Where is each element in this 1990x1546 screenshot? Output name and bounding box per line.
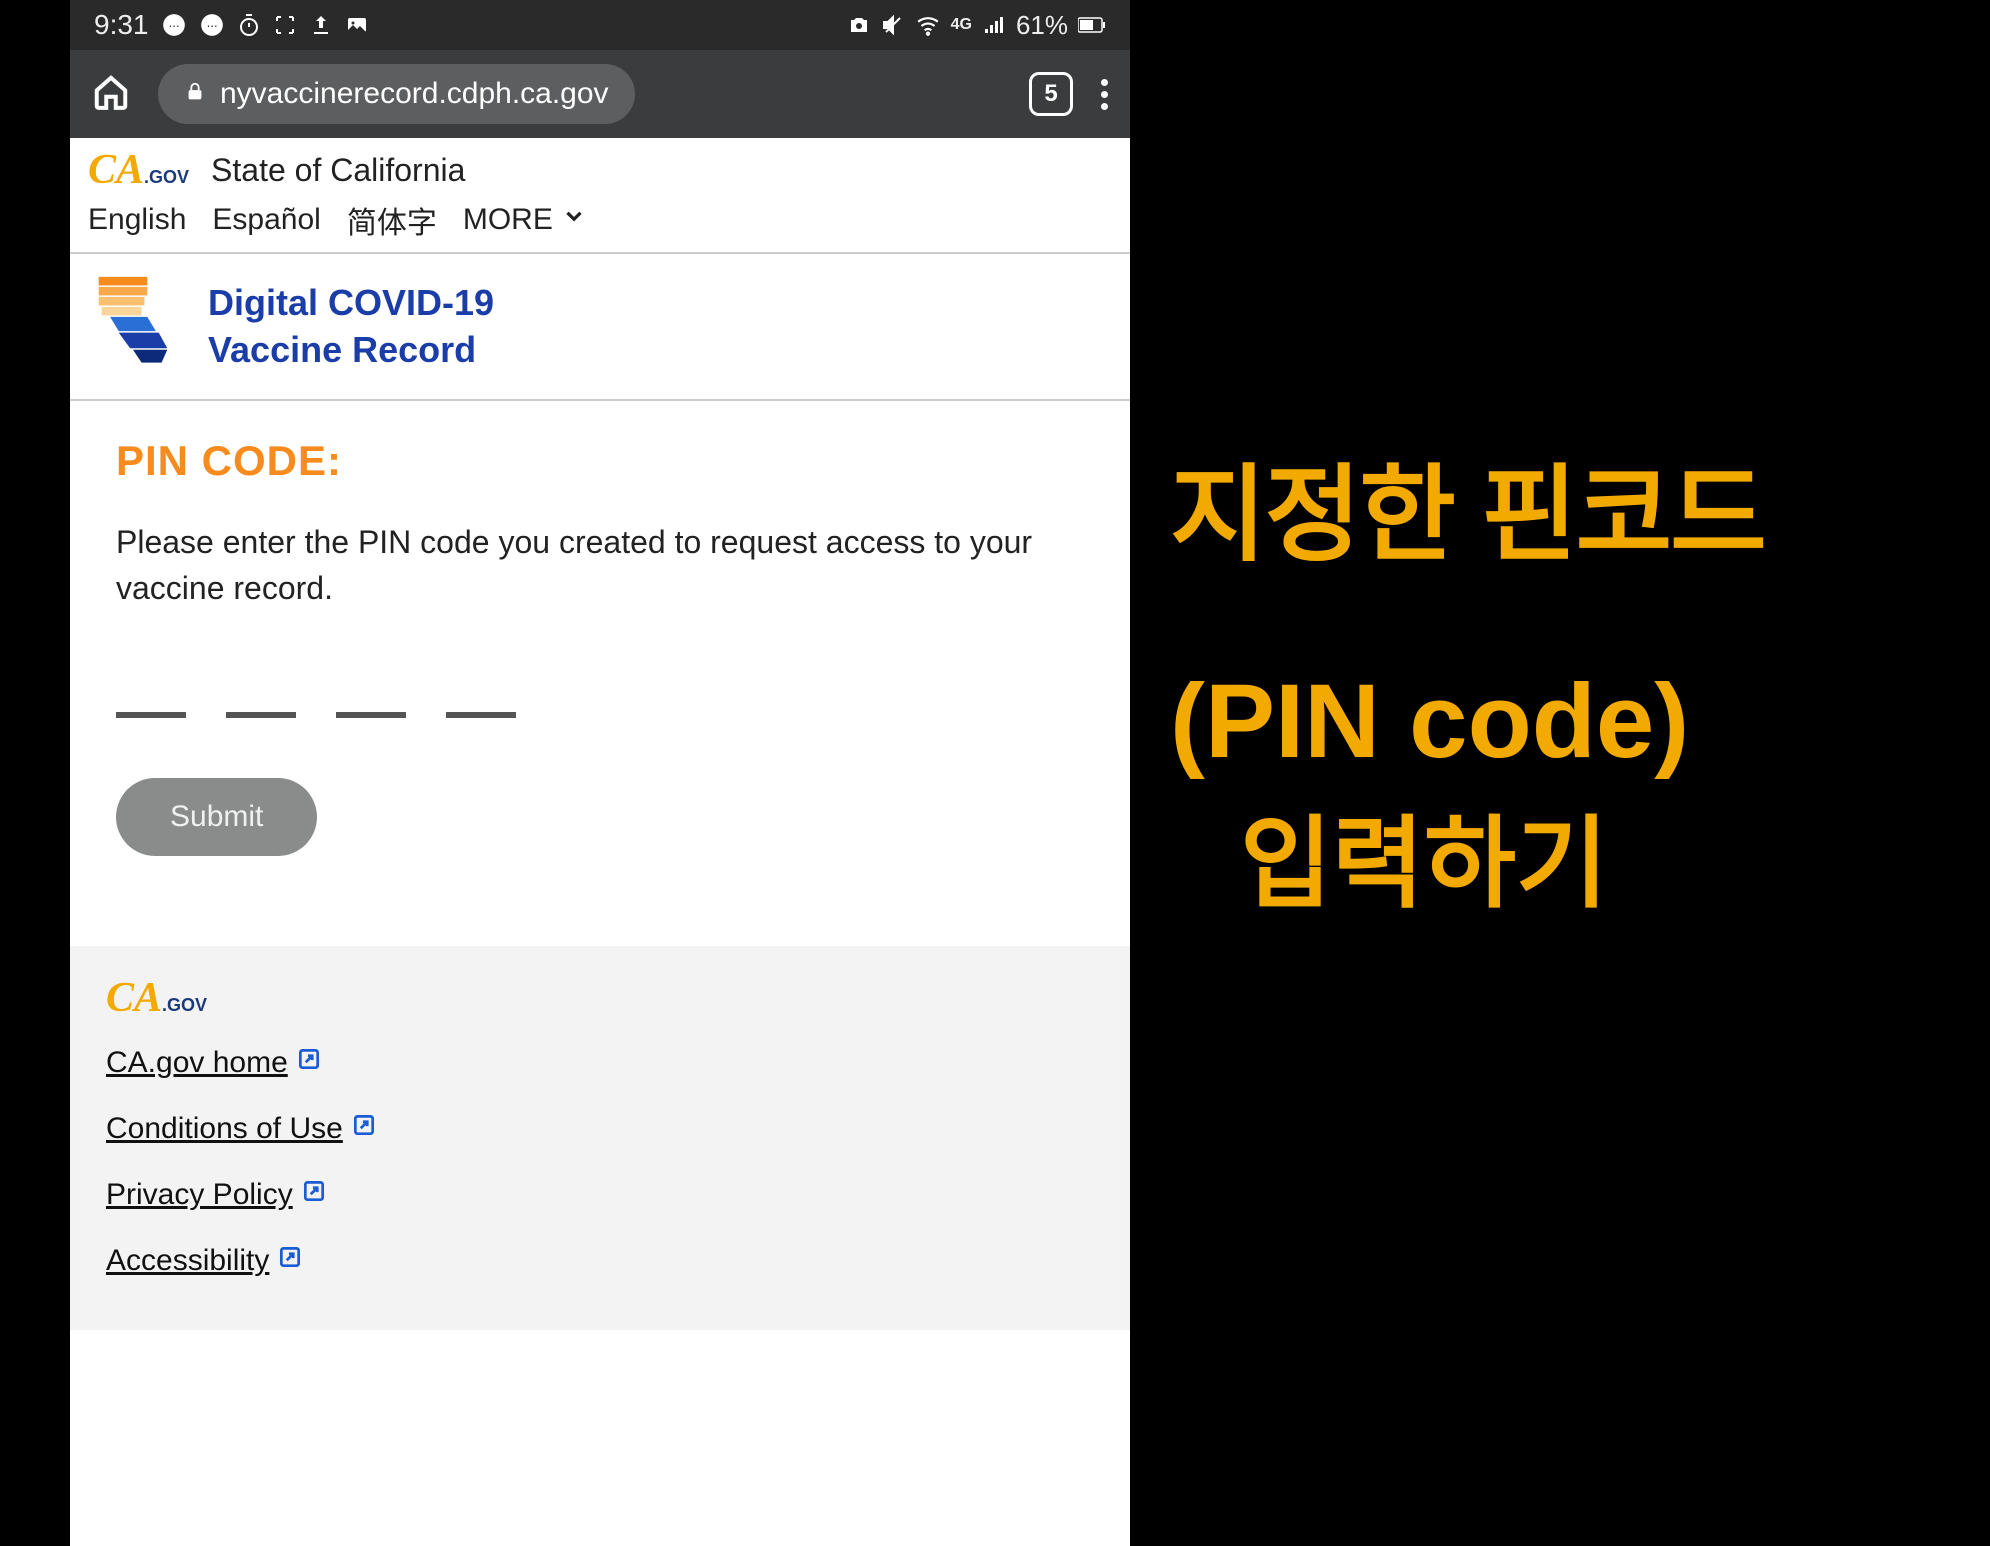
camera-icon <box>847 13 871 37</box>
android-status-bar: 9:31 ⋯ ⋯ 4G 61% <box>70 0 1130 50</box>
svg-text:⋯: ⋯ <box>168 20 179 32</box>
footer-link-privacy[interactable]: Privacy Policy <box>106 1178 1094 1212</box>
site-title-line1: Digital COVID-19 <box>208 280 494 327</box>
pin-instruction-text: Please enter the PIN code you created to… <box>116 519 1084 612</box>
left-margin <box>0 0 70 1546</box>
pin-input-group[interactable] <box>116 712 1084 718</box>
language-selector-row: English Español 简体字 MORE <box>70 194 1130 252</box>
footer-logo-gov-text: .GOV <box>162 995 207 1015</box>
site-title: Digital COVID-19 Vaccine Record <box>208 280 494 374</box>
mute-icon <box>881 13 905 37</box>
pin-digit-2[interactable] <box>226 712 296 718</box>
wifi-icon <box>915 12 941 38</box>
footer-link-accessibility[interactable]: Accessibility <box>106 1244 1094 1278</box>
chat-icon: ⋯ <box>199 12 225 38</box>
external-link-icon <box>277 1244 303 1278</box>
footer-link-conditions[interactable]: Conditions of Use <box>106 1112 1094 1146</box>
url-text: nyvaccinerecord.cdph.ca.gov <box>220 77 609 111</box>
lang-chinese[interactable]: 简体字 <box>347 198 437 242</box>
lock-icon <box>184 77 206 111</box>
tab-count-button[interactable]: 5 <box>1029 72 1073 116</box>
external-link-icon <box>351 1112 377 1146</box>
annotation-line2: (PIN code) <box>1170 662 1689 782</box>
footer-link-label: Accessibility <box>106 1244 269 1278</box>
pin-digit-3[interactable] <box>336 712 406 718</box>
focus-icon <box>273 13 297 37</box>
footer-link-label: Conditions of Use <box>106 1112 343 1146</box>
chat-icon: ⋯ <box>161 12 187 38</box>
site-branding-row: Digital COVID-19 Vaccine Record <box>70 254 1130 399</box>
ca-gov-logo[interactable]: CA.GOV <box>88 146 189 194</box>
california-map-icon <box>88 274 178 379</box>
battery-icon <box>1078 17 1106 33</box>
image-icon <box>345 13 369 37</box>
logo-gov-text: .GOV <box>144 167 189 187</box>
browser-menu-icon[interactable] <box>1101 79 1108 110</box>
page-content: CA.GOV State of California English Españ… <box>70 138 1130 1546</box>
footer-ca-gov-logo[interactable]: CA.GOV <box>106 974 207 1022</box>
external-link-icon <box>301 1178 327 1212</box>
footer-logo-ca-text: CA <box>106 975 162 1021</box>
upload-icon <box>309 13 333 37</box>
annotation-line3: 입력하기 <box>1170 782 1608 927</box>
footer-link-label: CA.gov home <box>106 1046 288 1080</box>
url-bar[interactable]: nyvaccinerecord.cdph.ca.gov <box>158 64 635 124</box>
footer-link-label: Privacy Policy <box>106 1178 293 1212</box>
pin-digit-1[interactable] <box>116 712 186 718</box>
lang-more-label: MORE <box>463 203 553 237</box>
site-title-line2: Vaccine Record <box>208 327 494 374</box>
lang-more-button[interactable]: MORE <box>463 203 587 237</box>
svg-text:⋯: ⋯ <box>206 20 217 32</box>
phone-viewport: 9:31 ⋯ ⋯ 4G 61% nyvaccinerecord.cdph.ca.… <box>70 0 1130 1546</box>
lang-english[interactable]: English <box>88 203 186 237</box>
state-label: State of California <box>211 152 465 189</box>
footer-link-ca-home[interactable]: CA.gov home <box>106 1046 1094 1080</box>
annotation-panel: 지정한 핀코드 (PIN code) 입력하기 <box>1130 0 1990 1546</box>
lang-spanish[interactable]: Español <box>212 203 320 237</box>
browser-toolbar: nyvaccinerecord.cdph.ca.gov 5 <box>70 50 1130 138</box>
home-icon[interactable] <box>92 73 130 116</box>
chevron-down-icon <box>561 203 587 237</box>
network-type: 4G <box>951 16 972 34</box>
pin-heading: PIN CODE: <box>116 437 1084 485</box>
timer-icon <box>237 13 261 37</box>
pin-digit-4[interactable] <box>446 712 516 718</box>
signal-icon <box>982 13 1006 37</box>
gov-header-row: CA.GOV State of California <box>70 138 1130 194</box>
external-link-icon <box>296 1046 322 1080</box>
page-footer: CA.GOV CA.gov home Conditions of Use Pri… <box>70 946 1130 1330</box>
submit-button[interactable]: Submit <box>116 778 317 856</box>
pin-entry-section: PIN CODE: Please enter the PIN code you … <box>70 401 1130 916</box>
tab-count: 5 <box>1044 80 1057 108</box>
logo-ca-text: CA <box>88 147 144 193</box>
status-time: 9:31 <box>94 9 149 41</box>
battery-percent: 61% <box>1016 10 1068 41</box>
annotation-line1: 지정한 핀코드 <box>1170 430 1765 582</box>
